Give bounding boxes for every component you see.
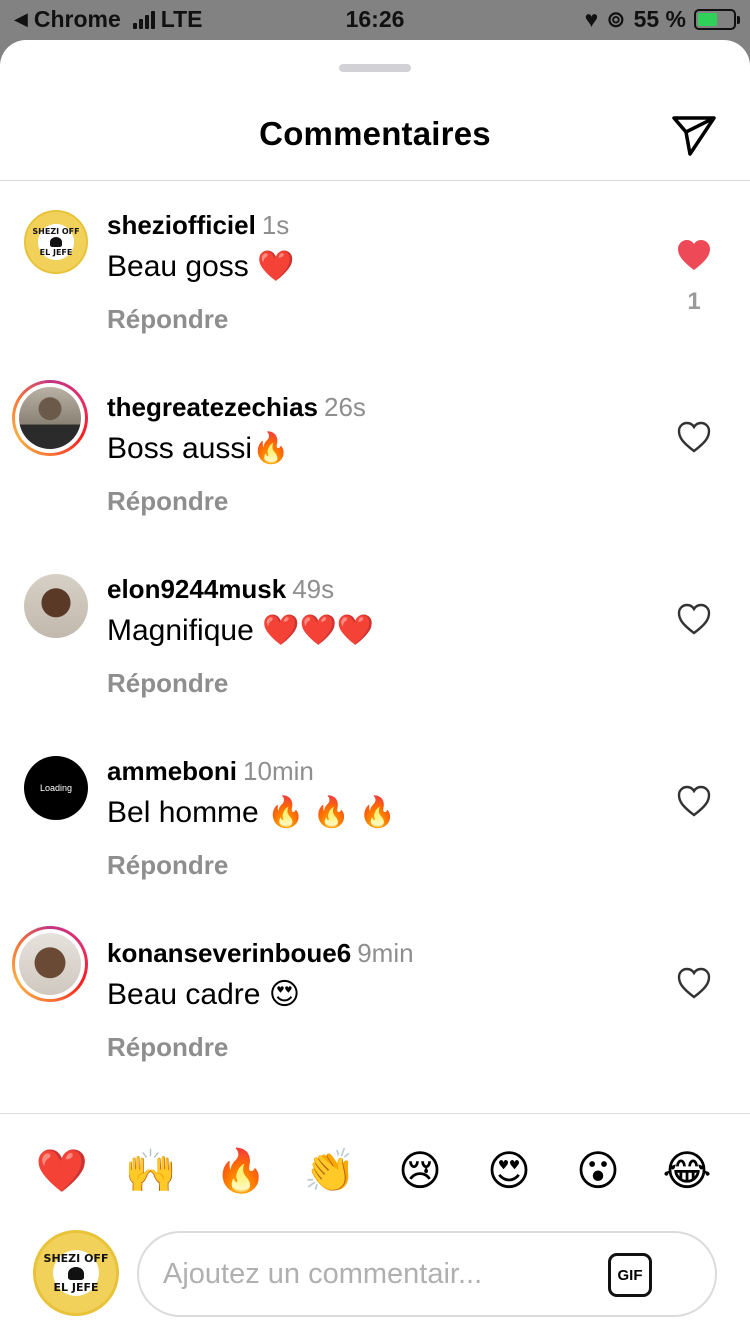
comment-input[interactable] (163, 1251, 583, 1297)
comment-text: Beau cadre 😍 (107, 978, 301, 1011)
heart-outline-icon[interactable] (676, 420, 712, 454)
comment-text: Beau goss ❤️ (107, 250, 295, 283)
current-user-avatar: SHEZI OFF EL JEFE (33, 1230, 119, 1316)
avatar-story-ring[interactable] (12, 926, 88, 1002)
avatar (19, 387, 81, 449)
comment-time: 1s (261, 210, 290, 240)
comment-time: 26s (323, 392, 366, 422)
username-text[interactable]: elon9244musk (107, 574, 286, 604)
emoji-surprised-button[interactable]: 😮 (568, 1142, 628, 1200)
gif-button[interactable]: GIF (608, 1253, 652, 1297)
comment-item: thegreatezechias 26s Boss aussi🔥 Répondre (0, 364, 750, 546)
avatar-logo: SHEZI OFF EL JEFE (32, 227, 80, 257)
username-text[interactable]: sheziofficiel (107, 210, 256, 240)
heart-outline-icon[interactable] (676, 602, 712, 636)
comment-input-box[interactable]: GIF (137, 1231, 717, 1317)
comment-time: 9min (357, 938, 414, 968)
reply-button[interactable]: Répondre (107, 850, 228, 881)
comment-text: Bel homme 🔥 🔥 🔥 (107, 796, 396, 829)
like-count: 1 (687, 288, 701, 315)
emoji-crying-button[interactable]: 😢 (390, 1142, 450, 1200)
reply-button[interactable]: Répondre (107, 486, 228, 517)
reply-button[interactable]: Répondre (107, 1032, 228, 1063)
battery-percent: 55 % (633, 6, 686, 32)
username-text[interactable]: konanseverinboue6 (107, 938, 351, 968)
rotation-lock-icon: ⊚ (606, 6, 626, 32)
sheet-grabber[interactable] (339, 64, 411, 72)
comment-time: 10min (243, 756, 314, 786)
quick-emoji-bar: ❤️ 🙌 🔥 👏 😢 😍 😮 😂 (0, 1142, 750, 1200)
reply-button[interactable]: Répondre (107, 668, 228, 699)
emoji-laughing-button[interactable]: 😂 (657, 1142, 717, 1200)
username-text[interactable]: ammeboni (107, 756, 237, 786)
page-title: Commentaires (259, 115, 491, 152)
comment-item: konanseverinboue6 9min Beau cadre 😍 Répon… (0, 910, 750, 1092)
comments-sheet: Commentaires SHEZI OFF EL JEFE shezioffic… (0, 40, 750, 1334)
avatar-logo: SHEZI OFF EL JEFE (43, 1251, 109, 1294)
emoji-heart-eyes-button[interactable]: 😍 (479, 1142, 539, 1200)
avatar (19, 933, 81, 995)
comment-username[interactable]: sheziofficiel 1s (107, 210, 289, 241)
avatar[interactable]: SHEZI OFF EL JEFE (24, 210, 88, 274)
heart-filled-icon[interactable] (676, 238, 712, 272)
comment-item: Loading ammeboni 10min Bel homme 🔥 🔥 🔥 Ré… (0, 728, 750, 910)
emoji-heart-button[interactable]: ❤️ (32, 1142, 92, 1200)
header-divider (0, 180, 750, 181)
reply-button[interactable]: Répondre (107, 304, 228, 335)
avatar-image (24, 574, 88, 638)
comment-username[interactable]: konanseverinboue6 9min (107, 938, 414, 969)
avatar-image: Loading (24, 756, 88, 820)
emoji-clap-button[interactable]: 👏 (300, 1142, 360, 1200)
comment-username[interactable]: elon9244musk 49s (107, 574, 334, 605)
heart-outline-icon[interactable] (676, 784, 712, 818)
status-right: ♥ ⊚ 55 % (584, 6, 740, 33)
composer-divider (0, 1113, 750, 1114)
comment-time: 49s (292, 574, 335, 604)
comment-text: Magnifique ❤️❤️❤️ (107, 614, 375, 647)
avatar-story-ring[interactable] (12, 380, 88, 456)
avatar-loading-text: Loading (39, 783, 73, 793)
heart-status-icon: ♥ (584, 6, 599, 32)
comment-username[interactable]: thegreatezechias 26s (107, 392, 366, 423)
comment-item: SHEZI OFF EL JEFE sheziofficiel 1s Beau go… (0, 182, 750, 364)
avatar[interactable]: Loading (24, 756, 88, 820)
status-bar: ◀ Chrome LTE 16:26 ♥ ⊚ 55 % (0, 0, 750, 40)
username-text[interactable]: thegreatezechias (107, 392, 318, 422)
battery-icon (694, 9, 740, 30)
emoji-fire-button[interactable]: 🔥 (211, 1142, 271, 1200)
avatar[interactable] (24, 574, 88, 638)
comment-text: Boss aussi🔥 (107, 432, 290, 465)
comment-item: elon9244musk 49s Magnifique ❤️❤️❤️ Répond… (0, 546, 750, 728)
avatar-image: SHEZI OFF EL JEFE (24, 210, 88, 274)
heart-outline-icon[interactable] (676, 966, 712, 1000)
comment-username[interactable]: ammeboni 10min (107, 756, 314, 787)
send-icon[interactable] (670, 112, 718, 158)
emoji-raised-hands-button[interactable]: 🙌 (121, 1142, 181, 1200)
